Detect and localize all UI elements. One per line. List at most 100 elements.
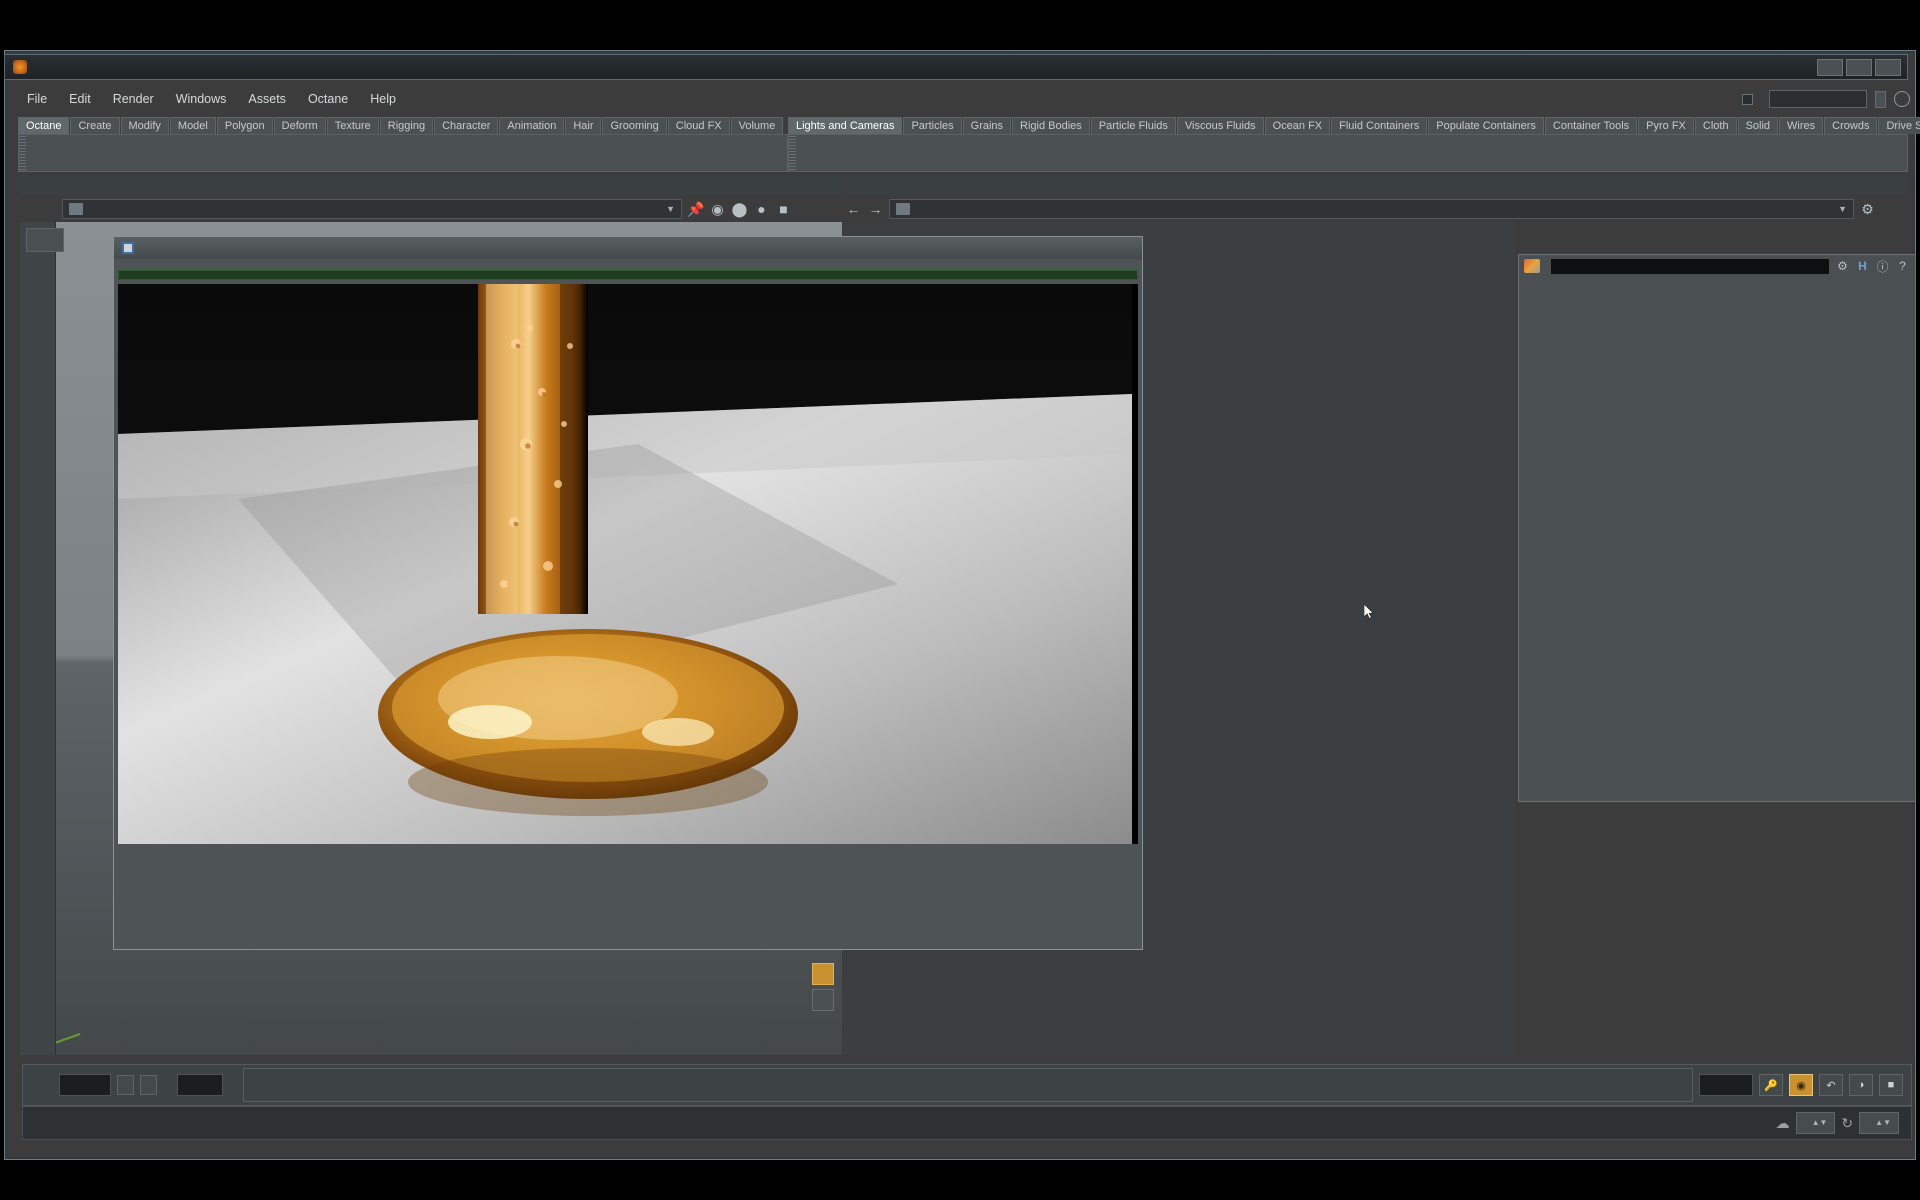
timeline[interactable]	[243, 1068, 1693, 1102]
minimize-button[interactable]	[1817, 59, 1843, 76]
shelf-grip[interactable]	[19, 136, 26, 170]
parameter-tabs	[1519, 277, 1915, 295]
shelf-tab-rigid-bodies[interactable]: Rigid Bodies	[1012, 117, 1090, 134]
increment-field[interactable]	[177, 1074, 223, 1096]
chevron-down-icon[interactable]: ▲▼	[1875, 1113, 1891, 1133]
status-bar: ☁ ▲▼ ↻ ▲▼	[22, 1106, 1912, 1140]
menu-item-octane[interactable]: Octane	[297, 90, 359, 108]
menu-bar: File Edit Render Windows Assets Octane Help	[16, 88, 1906, 110]
shelf-tab-cloud-fx[interactable]: Cloud FX	[667, 117, 730, 134]
octane-ipr-window[interactable]	[113, 236, 1143, 950]
shelf-tab-rigging[interactable]: Rigging	[379, 117, 434, 134]
ipr-window-icon	[122, 242, 134, 254]
help-icon[interactable]	[1894, 91, 1910, 107]
shelf-tab-character[interactable]: Character	[434, 117, 499, 134]
ipr-render-image[interactable]	[118, 284, 1138, 844]
shelf-tab-grooming[interactable]: Grooming	[602, 117, 667, 134]
shelf-tab-viscous-fluids[interactable]: Viscous Fluids	[1176, 117, 1264, 134]
key-icon[interactable]: 🔑	[1759, 1074, 1783, 1096]
shelf-tab-create[interactable]: Create	[70, 117, 120, 134]
lock-icon[interactable]: ■	[1879, 1074, 1903, 1096]
take-selector[interactable]	[1769, 90, 1867, 108]
chevron-down-icon[interactable]: ▲▼	[1812, 1113, 1828, 1133]
shelf-tools-left	[18, 134, 788, 172]
menu-item-render[interactable]: Render	[102, 90, 165, 108]
shelf-tab-particles[interactable]: Particles	[903, 117, 962, 134]
shelf-tab-crowds[interactable]: Crowds	[1824, 117, 1878, 134]
pin-icon[interactable]: 📌	[687, 201, 704, 218]
shelf-tab-lights-and-cameras[interactable]: Lights and Cameras	[788, 117, 903, 134]
shelf-tab-hair[interactable]: Hair	[565, 117, 602, 134]
shelf-tab-cloth[interactable]: Cloth	[1694, 117, 1737, 134]
auto-key-icon[interactable]: ◉	[1789, 1074, 1813, 1096]
houdini-logo-icon	[13, 60, 27, 74]
back-icon[interactable]: ←	[845, 201, 862, 217]
scope-icon[interactable]: ↶	[1819, 1074, 1843, 1096]
frame-decrement-button[interactable]	[117, 1075, 134, 1095]
forward-icon[interactable]: →	[867, 201, 884, 217]
parameter-panel[interactable]: ⚙ H ⓘ ?	[1518, 254, 1916, 802]
start-frame-field[interactable]	[59, 1074, 111, 1096]
shelf-tab-octane[interactable]: Octane	[18, 117, 70, 134]
update-mode-selector[interactable]: ▲▼	[1859, 1112, 1899, 1134]
menu-item-edit[interactable]: Edit	[58, 90, 102, 108]
right-path-field[interactable]: ▼	[889, 199, 1854, 219]
viewport-overlay-button-2[interactable]	[812, 989, 834, 1011]
shelf-tools-right	[788, 134, 1908, 172]
network-icon	[896, 203, 910, 215]
houdini-h-icon[interactable]: H	[1855, 259, 1870, 273]
shelf-grip[interactable]	[789, 136, 796, 170]
refresh-icon[interactable]: ↻	[1841, 1115, 1853, 1132]
target-icon[interactable]: ◉	[709, 201, 726, 218]
shelf-tab-texture[interactable]: Texture	[326, 117, 379, 134]
shelf-tab-model[interactable]: Model	[169, 117, 216, 134]
shelf-tab-polygon[interactable]: Polygon	[216, 117, 273, 134]
network-settings-icon[interactable]: ⚙	[1859, 201, 1876, 218]
houdini-application: File Edit Render Windows Assets Octane Help Oc…	[0, 0, 1920, 1200]
panel-icon[interactable]: ■	[775, 201, 792, 217]
end-frame-field[interactable]	[1699, 1074, 1753, 1096]
viewport-overlay-button-1[interactable]	[812, 963, 834, 985]
shelf-tab-solid[interactable]: Solid	[1737, 117, 1779, 134]
menu-item-file[interactable]: File	[16, 90, 58, 108]
ch-icon[interactable]: ◑	[1849, 1074, 1873, 1096]
chevron-down-icon[interactable]: ▼	[1838, 204, 1847, 214]
shelf-tab-volume[interactable]: Volume	[730, 117, 784, 134]
shelf-tab-container-tools[interactable]: Container Tools	[1544, 117, 1638, 134]
shelf-tab-ocean-fx[interactable]: Ocean FX	[1264, 117, 1331, 134]
shelf-tab-populate-containers[interactable]: Populate Containers	[1428, 117, 1544, 134]
auto-takes-checkbox[interactable]	[1742, 93, 1753, 105]
display-options-icon[interactable]: ⬤	[731, 201, 748, 218]
maximize-button[interactable]	[1846, 59, 1872, 76]
shelf-tab-deform[interactable]: Deform	[273, 117, 326, 134]
status-node-path[interactable]: ▲▼	[1795, 1112, 1836, 1134]
network-icon	[69, 203, 83, 215]
take-spinner[interactable]	[1875, 90, 1886, 108]
left-path-field[interactable]: ▼	[62, 199, 682, 219]
info-icon[interactable]: ⓘ	[1875, 258, 1890, 275]
shelf-tab-drive-simulation[interactable]: Drive Simulation	[1878, 117, 1920, 134]
shelf-tab-grains[interactable]: Grains	[962, 117, 1012, 134]
menu-item-windows[interactable]: Windows	[165, 90, 238, 108]
shelf-tabs-right: Lights and Cameras Particles Grains Rigid B…	[788, 116, 1920, 134]
shelf-tab-pyro-fx[interactable]: Pyro FX	[1638, 117, 1694, 134]
frame-increment-button[interactable]	[140, 1075, 157, 1095]
shelf-tab-particle-fluids[interactable]: Particle Fluids	[1090, 117, 1176, 134]
viewport-context-tab[interactable]	[26, 228, 64, 252]
playbar: 🔑 ◉ ↶ ◑ ■	[22, 1064, 1912, 1106]
parameter-node-name[interactable]	[1550, 257, 1830, 275]
right-pane-tabs	[845, 176, 1908, 195]
shelf-tab-wires[interactable]: Wires	[1779, 117, 1824, 134]
shelf-tab-modify[interactable]: Modify	[120, 117, 169, 134]
shelf-tab-fluid-containers[interactable]: Fluid Containers	[1331, 117, 1428, 134]
close-button[interactable]	[1875, 59, 1901, 76]
gear-icon[interactable]: ⚙	[1835, 259, 1850, 273]
chevron-down-icon[interactable]: ▼	[666, 204, 675, 214]
shelf-tab-animation[interactable]: Animation	[499, 117, 565, 134]
light-icon[interactable]: ●	[753, 201, 770, 217]
mouse-cursor	[1364, 604, 1375, 619]
menu-item-help[interactable]: Help	[359, 90, 407, 108]
menu-item-assets[interactable]: Assets	[237, 90, 297, 108]
help-icon[interactable]: ?	[1895, 259, 1910, 273]
parameter-body	[1519, 295, 1915, 299]
